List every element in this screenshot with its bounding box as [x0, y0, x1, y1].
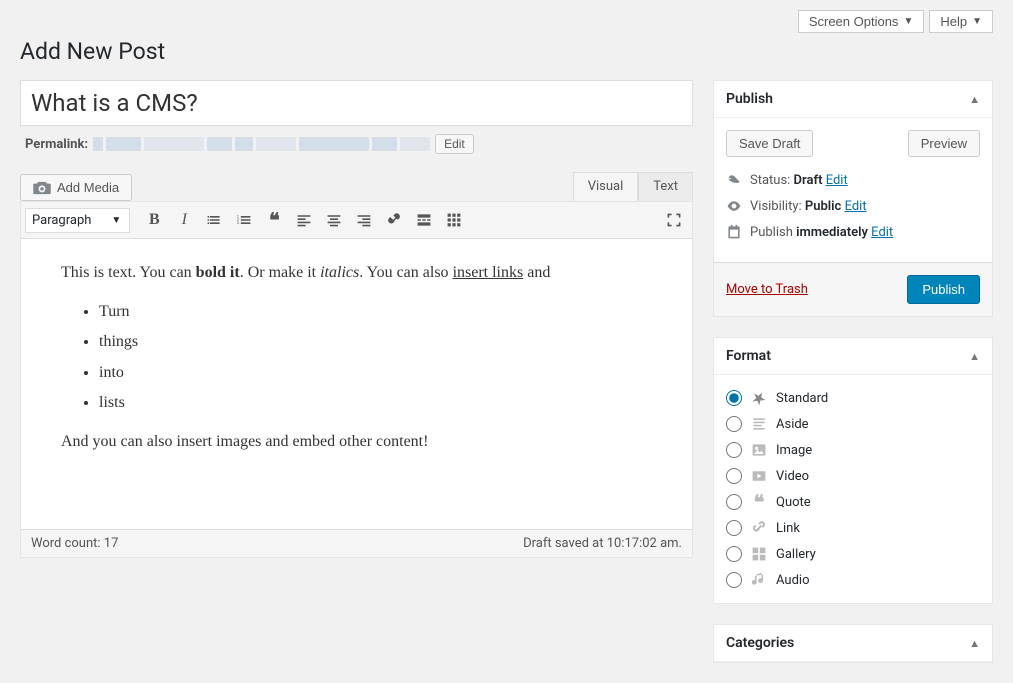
format-label: Aside [776, 417, 809, 432]
fullscreen-button[interactable] [660, 206, 688, 234]
format-radio[interactable] [726, 390, 742, 406]
format-radio[interactable] [726, 572, 742, 588]
quote-button[interactable]: ❝ [260, 206, 288, 234]
schedule-edit-link[interactable]: Edit [871, 225, 893, 240]
quote-icon: ❝ [750, 493, 768, 511]
format-label: Video [776, 469, 809, 484]
format-item-aside[interactable]: Aside [726, 411, 980, 437]
editor-footer: Word count: 17 Draft saved at 10:17:02 a… [21, 529, 692, 557]
editor-box: Paragraph ▼ B I 123 ❝ [20, 201, 693, 558]
format-radio[interactable] [726, 520, 742, 536]
align-right-button[interactable] [350, 206, 378, 234]
format-radio[interactable] [726, 546, 742, 562]
format-radio[interactable] [726, 416, 742, 432]
format-item-video[interactable]: Video [726, 463, 980, 489]
tab-visual[interactable]: Visual [573, 172, 639, 201]
post-title-input[interactable] [20, 80, 693, 126]
categories-box: Categories ▲ [713, 624, 993, 663]
align-left-button[interactable] [290, 206, 318, 234]
list-item: lists [99, 389, 652, 416]
format-item-gallery[interactable]: Gallery [726, 541, 980, 567]
add-media-label: Add Media [57, 180, 119, 195]
link-button[interactable] [380, 206, 408, 234]
permalink-row: Permalink: Edit [20, 126, 693, 162]
draft-saved-status: Draft saved at 10:17:02 am. [523, 536, 682, 551]
camera-icon [33, 181, 51, 195]
list-item: into [99, 359, 652, 386]
link-icon [750, 519, 768, 537]
chevron-down-icon: ▼ [903, 16, 913, 27]
list-item: things [99, 328, 652, 355]
page-title: Add New Post [20, 38, 993, 65]
format-radio[interactable] [726, 442, 742, 458]
format-label: Quote [776, 495, 811, 510]
format-item-quote[interactable]: ❝ Quote [726, 489, 980, 515]
format-item-standard[interactable]: Standard [726, 385, 980, 411]
preview-button[interactable]: Preview [908, 130, 980, 157]
list-item: Turn [99, 298, 652, 325]
collapse-toggle[interactable]: ▲ [969, 93, 980, 106]
format-label: Image [776, 443, 812, 458]
collapse-toggle[interactable]: ▲ [969, 637, 980, 650]
align-center-button[interactable] [320, 206, 348, 234]
permalink-url [93, 137, 430, 151]
read-more-button[interactable] [410, 206, 438, 234]
editor-content[interactable]: This is text. You can bold it. Or make i… [21, 239, 692, 529]
standard-icon [750, 389, 768, 407]
permalink-label: Permalink: [25, 137, 88, 152]
paragraph-select[interactable]: Paragraph ▼ [25, 208, 130, 233]
image-icon [750, 441, 768, 459]
format-radio[interactable] [726, 468, 742, 484]
visibility-edit-link[interactable]: Edit [845, 199, 867, 214]
collapse-toggle[interactable]: ▲ [969, 350, 980, 363]
visibility-icon [726, 198, 742, 214]
format-item-image[interactable]: Image [726, 437, 980, 463]
numbered-list-button[interactable]: 123 [230, 206, 258, 234]
chevron-down-icon: ▼ [972, 16, 982, 27]
publish-button[interactable]: Publish [907, 275, 980, 304]
tab-text[interactable]: Text [638, 172, 693, 201]
format-label: Standard [776, 391, 828, 406]
format-item-link[interactable]: Link [726, 515, 980, 541]
key-icon [726, 172, 742, 188]
bold-button[interactable]: B [140, 206, 168, 234]
format-label: Link [776, 521, 800, 536]
format-title: Format [726, 348, 771, 364]
add-media-button[interactable]: Add Media [20, 174, 132, 201]
gallery-icon [750, 545, 768, 563]
format-item-audio[interactable]: Audio [726, 567, 980, 593]
aside-icon [750, 415, 768, 433]
help-label: Help [940, 14, 967, 29]
status-edit-link[interactable]: Edit [826, 173, 848, 188]
word-count: Word count: 17 [31, 536, 118, 551]
svg-text:3: 3 [237, 220, 240, 225]
screen-options-button[interactable]: Screen Options ▼ [798, 10, 925, 33]
toolbar-toggle-button[interactable] [440, 206, 468, 234]
permalink-edit-button[interactable]: Edit [435, 134, 474, 154]
categories-title: Categories [726, 635, 794, 651]
save-draft-button[interactable]: Save Draft [726, 130, 813, 157]
help-button[interactable]: Help ▼ [929, 10, 993, 33]
editor-toolbar: Paragraph ▼ B I 123 ❝ [21, 202, 692, 239]
publish-title: Publish [726, 91, 773, 107]
publish-box: Publish ▲ Save Draft Preview Status: Dra… [713, 80, 993, 317]
format-box: Format ▲ Standard Aside Image Video ❝ Qu… [713, 337, 993, 604]
format-label: Gallery [776, 547, 816, 562]
calendar-icon [726, 224, 742, 240]
italic-button[interactable]: I [170, 206, 198, 234]
audio-icon [750, 571, 768, 589]
format-label: Audio [776, 573, 809, 588]
bullet-list-button[interactable] [200, 206, 228, 234]
paragraph-select-label: Paragraph [32, 213, 91, 228]
screen-options-label: Screen Options [809, 14, 899, 29]
chevron-down-icon: ▼ [111, 215, 121, 226]
move-to-trash-link[interactable]: Move to Trash [726, 282, 808, 297]
video-icon [750, 467, 768, 485]
format-radio[interactable] [726, 494, 742, 510]
